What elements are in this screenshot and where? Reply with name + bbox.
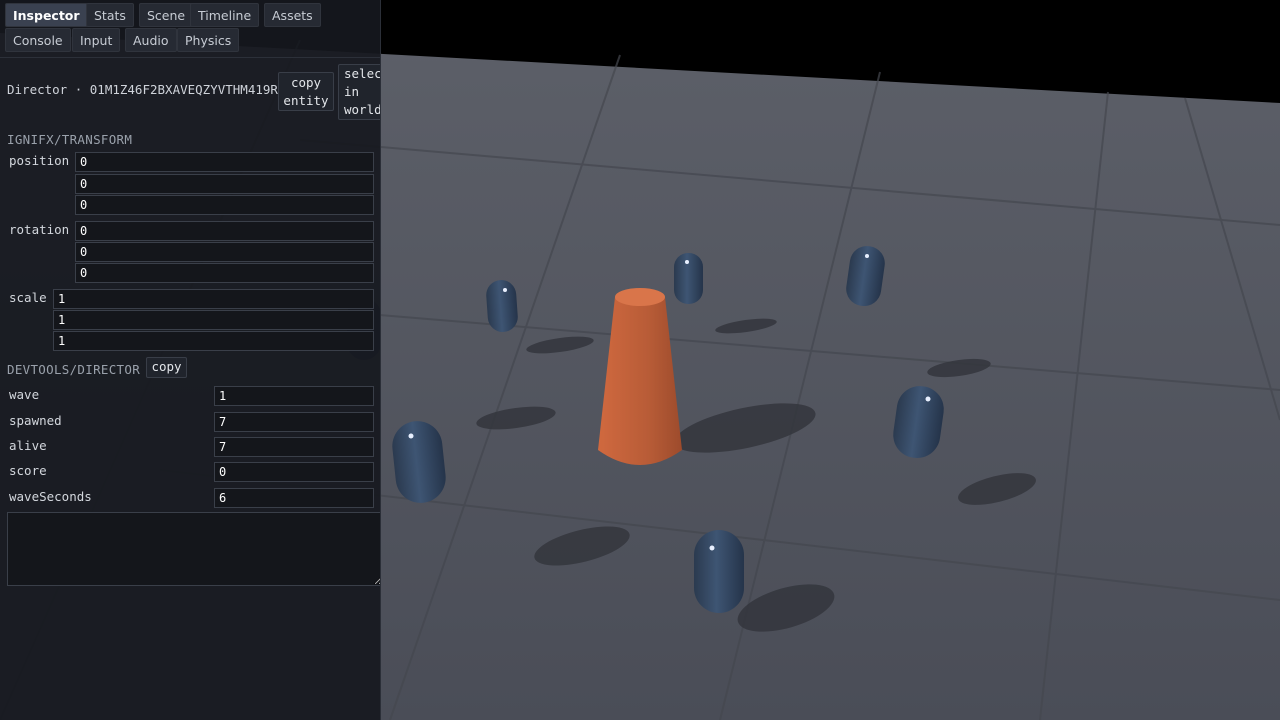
scale-y-input[interactable] <box>53 310 374 330</box>
wave-seconds-label: waveSeconds <box>9 489 92 504</box>
tab-audio[interactable]: Audio <box>125 28 177 52</box>
scale-z-input[interactable] <box>53 331 374 351</box>
position-x-input[interactable] <box>75 152 374 172</box>
spawned-input[interactable] <box>214 412 374 432</box>
rotation-y-input[interactable] <box>75 242 374 262</box>
inspector-panel: Inspector Stats Scene Timeline Assets Co… <box>0 0 381 720</box>
copy-entity-button[interactable]: copy entity <box>278 72 334 111</box>
tab-physics[interactable]: Physics <box>177 28 240 52</box>
wave-label: wave <box>9 387 40 402</box>
tab-input[interactable]: Input <box>72 28 121 52</box>
scale-x-input[interactable] <box>53 289 374 309</box>
entity-label: Director · 01M1Z46F2BXAVEQZYVTHM419R0 <box>7 82 286 97</box>
alive-label: alive <box>9 438 47 453</box>
select-in-world-button[interactable]: select in world <box>338 64 380 120</box>
rotation-z-input[interactable] <box>75 263 374 283</box>
tab-inspector[interactable]: Inspector <box>5 3 88 27</box>
wave-input[interactable] <box>214 386 374 406</box>
director-copy-button[interactable]: copy <box>146 357 187 378</box>
rotation-x-input[interactable] <box>75 221 374 241</box>
rotation-label: rotation <box>9 222 70 237</box>
tab-timeline[interactable]: Timeline <box>190 3 260 27</box>
tab-stats[interactable]: Stats <box>86 3 134 27</box>
wave-seconds-input[interactable] <box>214 488 374 508</box>
spawned-label: spawned <box>9 413 62 428</box>
position-label: position <box>9 153 70 168</box>
score-label: score <box>9 463 47 478</box>
tab-assets[interactable]: Assets <box>264 3 321 27</box>
score-input[interactable] <box>214 462 374 482</box>
director-section-title: DEVTOOLS/DIRECTOR <box>7 362 141 377</box>
tab-divider <box>0 57 380 58</box>
transform-section-title: IGNIFX/TRANSFORM <box>7 132 133 147</box>
director-notes-textarea[interactable] <box>7 512 380 586</box>
alive-input[interactable] <box>214 437 374 457</box>
position-y-input[interactable] <box>75 174 374 194</box>
tab-console[interactable]: Console <box>5 28 71 52</box>
tab-scene[interactable]: Scene <box>139 3 194 27</box>
position-z-input[interactable] <box>75 195 374 215</box>
scale-label: scale <box>9 290 47 305</box>
